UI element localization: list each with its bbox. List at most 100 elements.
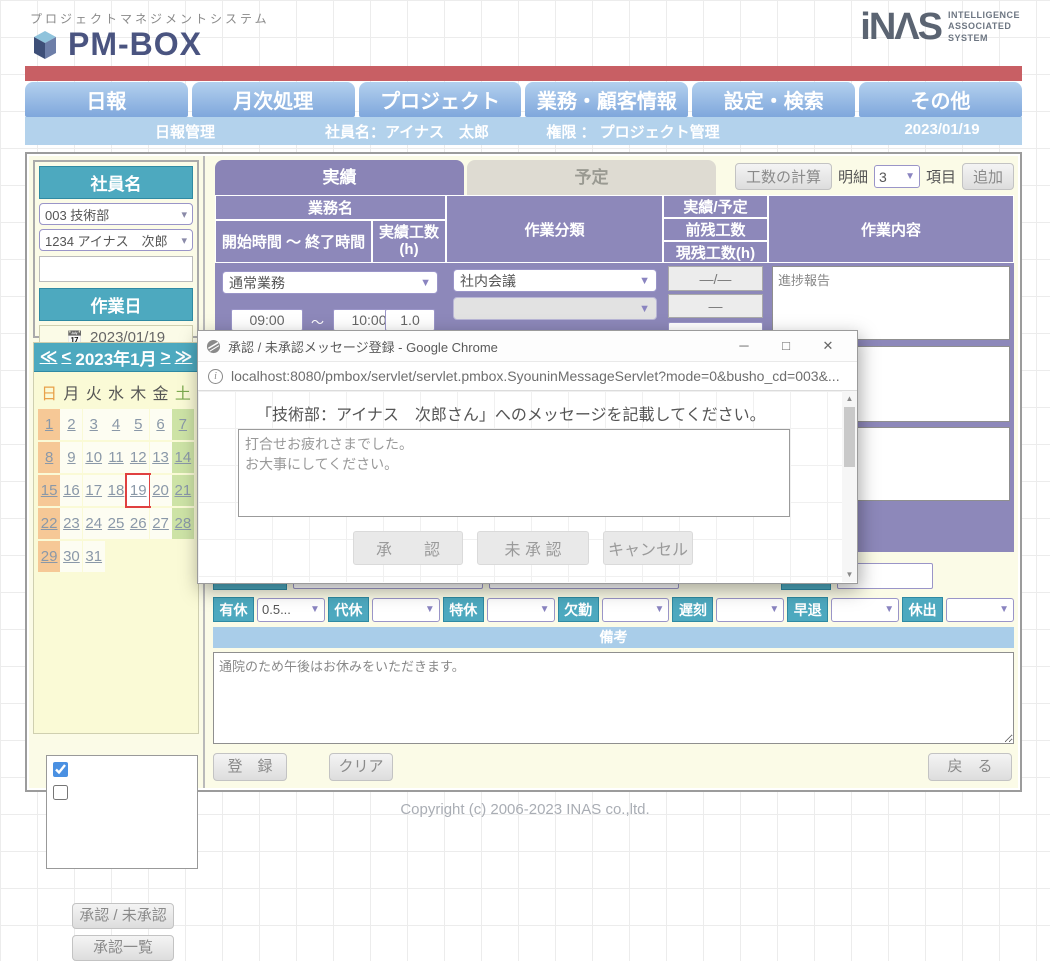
calendar-date-30[interactable]: 30 [60,541,82,572]
approve-list-button[interactable]: 承認一覧 [72,935,174,961]
calendar-date-10[interactable]: 10 [83,442,105,473]
calendar-date-22[interactable]: 22 [38,508,60,539]
calendar-day-name: 水 [105,380,126,404]
pmbox-cube-icon [30,29,60,61]
calc-hours-button[interactable]: 工数の計算 [735,163,832,190]
attendance-select-4[interactable]: ▼ [716,598,784,622]
calendar-date-24[interactable]: 24 [83,508,105,539]
calendar-date-20[interactable]: 20 [150,475,172,506]
nav-item-5[interactable]: その他 [859,82,1022,117]
scrollbar-thumb[interactable] [844,407,855,467]
reject-button[interactable]: 未 承 認 [477,531,589,565]
scroll-down-icon[interactable]: ▼ [842,567,857,582]
main-nav: 日報月次処理プロジェクト業務・顧客情報設定・検索その他 [25,82,1022,117]
tab-planned[interactable]: 予定 [467,160,716,195]
calendar-date-26[interactable]: 26 [127,508,149,539]
start-time-input[interactable] [231,309,303,331]
calendar-date-18[interactable]: 18 [105,475,127,506]
remarks-header: 備考 [213,627,1014,648]
message-textarea[interactable]: 打合せお疲れさまでした。 お大事にしてください。 [238,429,790,517]
minimize-button[interactable]: ─ [723,331,765,361]
attendance-label-0: 有休 [213,597,254,622]
calendar-date-4[interactable]: 4 [105,409,127,440]
remarks-textarea[interactable]: 通院のため午後はお休みをいただきます。 [213,652,1014,744]
calendar-date-27[interactable]: 27 [150,508,172,539]
calendar-date-9[interactable]: 9 [60,442,82,473]
inas-logo-mark: iNΛS [860,8,941,46]
header-actual-hours: 実績工数 (h) [372,220,446,263]
calendar-date-1[interactable]: 1 [38,409,60,440]
calendar-next-month-link[interactable]: > [161,347,171,367]
actual-hours-input[interactable] [385,309,435,331]
approval-checkbox-1[interactable] [53,762,68,777]
calendar-date-31[interactable]: 31 [83,541,105,572]
tab-actual[interactable]: 実績 [215,160,464,195]
attendance-select-0[interactable]: 0.5...▼ [257,598,325,622]
calendar-date-5[interactable]: 5 [127,409,149,440]
calendar-date-16[interactable]: 16 [60,475,82,506]
approve-button[interactable]: 承 認 [353,531,463,565]
calendar-date-3[interactable]: 3 [83,409,105,440]
nav-item-3[interactable]: 業務・顧客情報 [525,82,688,117]
calendar-date-25[interactable]: 25 [105,508,127,539]
calendar-next-year-link[interactable]: ≫ [175,347,193,367]
add-item-button[interactable]: 追加 [962,163,1014,190]
calendar-empty-cell [150,541,172,572]
dialog-titlebar[interactable]: 承認 / 未承認メッセージ登録 - Google Chrome ─ □ ✕ [198,331,857,362]
calendar-date-14[interactable]: 14 [172,442,194,473]
work-category-select[interactable]: 社内会議▼ [453,269,657,292]
calendar-date-8[interactable]: 8 [38,442,60,473]
attendance-select-5[interactable]: ▼ [831,598,899,622]
calendar-date-12[interactable]: 12 [127,442,149,473]
calendar-prev-month-link[interactable]: < [61,347,71,367]
attendance-select-1[interactable]: ▼ [372,598,440,622]
attendance-select-3[interactable]: ▼ [602,598,670,622]
calendar-prev-year-link[interactable]: ≪ [40,347,58,367]
work-subcategory-select[interactable]: ▼ [453,297,657,320]
back-button[interactable]: 戻 る [928,753,1012,781]
approve-reject-button[interactable]: 承認 / 未承認 [72,903,174,929]
calendar-date-28[interactable]: 28 [172,508,194,539]
calendar-date-21[interactable]: 21 [172,475,194,506]
calendar-date-15[interactable]: 15 [38,475,60,506]
attendance-label-1: 代休 [328,597,369,622]
calendar-date-29[interactable]: 29 [38,541,60,572]
calendar-date-23[interactable]: 23 [60,508,82,539]
dialog-scrollbar[interactable]: ▲ ▼ [842,391,857,582]
close-button[interactable]: ✕ [807,331,849,361]
nav-item-2[interactable]: プロジェクト [359,82,522,117]
clear-button[interactable]: クリア [329,753,393,781]
register-button[interactable]: 登 録 [213,753,287,781]
dialog-urlbar: i localhost:8080/pmbox/servlet/servlet.p… [198,362,857,391]
cancel-button[interactable]: キャンセル [603,531,693,565]
copyright: Copyright (c) 2006-2023 INAS co.,ltd. [0,801,1050,818]
chevron-down-icon: ▼ [420,277,431,289]
calendar-date-2[interactable]: 2 [60,409,82,440]
header-work-category: 作業分類 [446,195,663,263]
calendar-date-6[interactable]: 6 [150,409,172,440]
attendance-select-2[interactable]: ▼ [487,598,555,622]
nav-item-1[interactable]: 月次処理 [192,82,355,117]
calendar-date-11[interactable]: 11 [105,442,127,473]
calendar-date-19[interactable]: 19 [127,475,149,506]
calendar-date-7[interactable]: 7 [172,409,194,440]
task-type-select[interactable]: 通常業務▼ [222,271,438,294]
calendar-date-13[interactable]: 13 [150,442,172,473]
employee-select[interactable]: 1234 アイナス 次郎▾ [39,229,193,251]
calendar-empty-cell [172,541,194,572]
chevron-down-icon: ▼ [999,604,1009,615]
attendance-label-4: 遅刻 [672,597,713,622]
scroll-up-icon[interactable]: ▲ [842,391,857,406]
subnav-permission: 権限 ： プロジェクト管理 [546,121,719,142]
info-icon[interactable]: i [208,369,223,384]
department-select[interactable]: 003 技術部▾ [39,203,193,225]
work-detail-textarea-1[interactable]: 進捗報告 [772,266,1010,340]
dialog-url[interactable]: localhost:8080/pmbox/servlet/servlet.pmb… [231,368,840,384]
detail-count-select[interactable]: 3▼ [874,165,920,188]
calendar-date-17[interactable]: 17 [83,475,105,506]
nav-item-0[interactable]: 日報 [25,82,188,117]
attendance-select-6[interactable]: ▼ [946,598,1014,622]
approval-checkbox-2[interactable] [53,785,68,800]
maximize-button[interactable]: □ [765,331,807,361]
nav-item-4[interactable]: 設定・検索 [692,82,855,117]
